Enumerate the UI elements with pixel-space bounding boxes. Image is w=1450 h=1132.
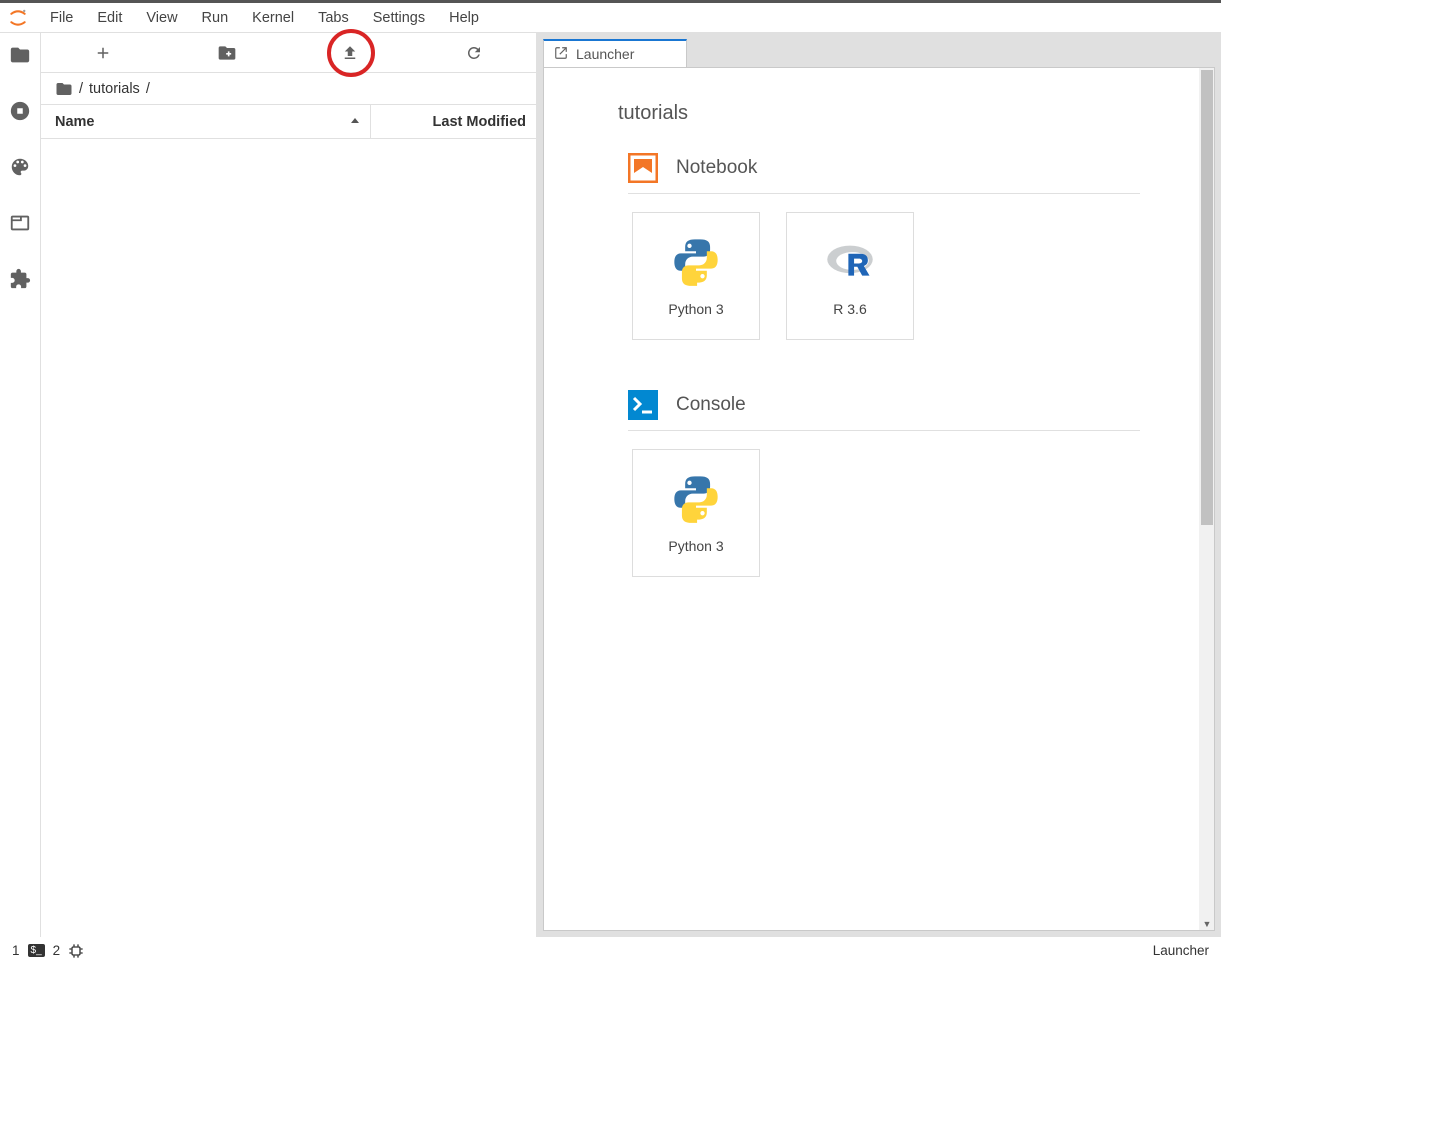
refresh-button[interactable] [412,33,536,72]
tabstrip: Launcher [543,39,1215,67]
launcher-pane: tutorials Notebook [543,67,1215,931]
breadcrumb-sep-1: / [146,81,150,97]
sort-asc-icon [350,114,360,130]
activitybar [0,33,40,937]
sidebar-running-icon[interactable] [8,99,32,123]
terminal-icon[interactable]: $_ [28,944,45,957]
launcher-title: tutorials [618,102,1140,125]
section-notebook: Notebook Python 3 [628,153,1140,340]
column-name-label: Name [55,114,95,130]
jupyter-logo-icon [8,8,28,28]
sidebar-folder-icon[interactable] [8,43,32,67]
status-right: Launcher [1153,943,1209,958]
folder-icon [55,80,73,98]
python-icon [670,235,722,287]
statusbar: 1 $_ 2 Launcher [0,937,1221,963]
column-modified[interactable]: Last Modified [371,114,536,130]
menu-help[interactable]: Help [437,6,491,30]
section-label-console: Console [676,394,746,416]
filebrowser-toolbar [41,33,536,73]
card-label: Python 3 [668,301,723,317]
kernel-icon[interactable] [68,943,84,959]
file-browser: / tutorials / Name Last Modified [40,33,537,937]
status-terminals-count[interactable]: 1 [12,943,20,958]
scrollbar[interactable]: ▲ ▼ [1199,68,1215,930]
new-launcher-button[interactable] [41,33,165,72]
card-notebook-r[interactable]: R 3.6 [786,212,914,340]
card-label: Python 3 [668,538,723,554]
section-label-notebook: Notebook [676,157,757,179]
sidebar-tabs-icon[interactable] [8,211,32,235]
filelist-header: Name Last Modified [41,105,536,139]
scroll-down-icon[interactable]: ▼ [1199,919,1215,929]
sidebar-extension-icon[interactable] [8,267,32,291]
card-label: R 3.6 [833,301,866,317]
menu-run[interactable]: Run [190,6,241,30]
breadcrumb-item-tutorials[interactable]: tutorials [89,81,140,97]
notebook-icon [628,153,658,183]
sidebar-palette-icon[interactable] [8,155,32,179]
new-folder-button[interactable] [165,33,289,72]
breadcrumb[interactable]: / tutorials / [41,73,536,105]
menu-view[interactable]: View [134,6,189,30]
scrollbar-thumb[interactable] [1201,70,1213,525]
menu-tabs[interactable]: Tabs [306,6,361,30]
column-name[interactable]: Name [41,105,371,138]
menu-settings[interactable]: Settings [361,6,437,30]
tab-label: Launcher [576,46,634,62]
menu-file[interactable]: File [38,6,85,30]
card-console-python3[interactable]: Python 3 [632,449,760,577]
section-console: Console Python 3 [628,390,1140,577]
menubar: File Edit View Run Kernel Tabs Settings … [0,3,1221,33]
menu-edit[interactable]: Edit [85,6,134,30]
console-icon [628,390,658,420]
column-modified-label: Last Modified [433,114,526,130]
tab-launcher[interactable]: Launcher [543,39,687,67]
breadcrumb-sep-0: / [79,81,83,97]
card-notebook-python3[interactable]: Python 3 [632,212,760,340]
r-icon [824,235,876,287]
menu-kernel[interactable]: Kernel [240,6,306,30]
upload-button[interactable] [289,33,413,72]
filelist-body[interactable] [41,139,536,937]
main-area: Launcher tutorials Notebook [537,33,1221,937]
launch-icon [554,46,568,63]
python-icon [670,472,722,524]
status-kernels-count[interactable]: 2 [53,943,61,958]
